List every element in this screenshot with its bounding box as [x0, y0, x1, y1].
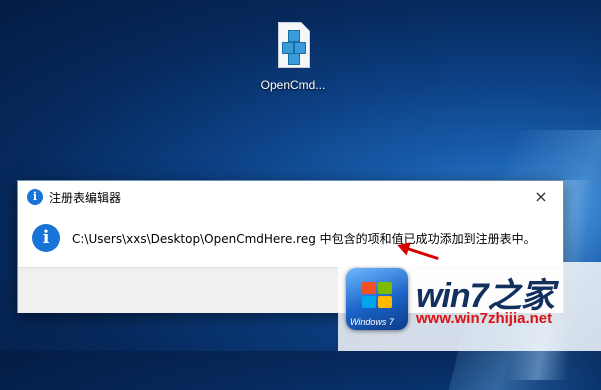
dialog-message: C:\Users\xxs\Desktop\OpenCmdHere.reg 中包含…	[72, 232, 536, 246]
info-icon: i	[32, 224, 60, 252]
registry-file-icon	[274, 22, 312, 68]
watermark: Windows 7 win7之家 www.win7zhijia.net	[338, 262, 601, 351]
logo-text: Windows 7	[350, 317, 394, 327]
dialog-titlebar[interactable]: i 注册表编辑器 ×	[18, 181, 563, 213]
desktop-icon-label: OpenCmd...	[260, 78, 326, 92]
desktop-icon-opencmdhere[interactable]: OpenCmd...	[252, 22, 334, 98]
close-button[interactable]: ×	[519, 181, 563, 213]
watermark-url: www.win7zhijia.net	[416, 310, 553, 327]
dialog-content: i C:\Users\xxs\Desktop\OpenCmdHere.reg 中…	[18, 213, 563, 266]
dialog-title: 注册表编辑器	[49, 191, 122, 205]
info-icon: i	[27, 189, 43, 205]
windows-7-logo-icon: Windows 7	[346, 268, 408, 330]
